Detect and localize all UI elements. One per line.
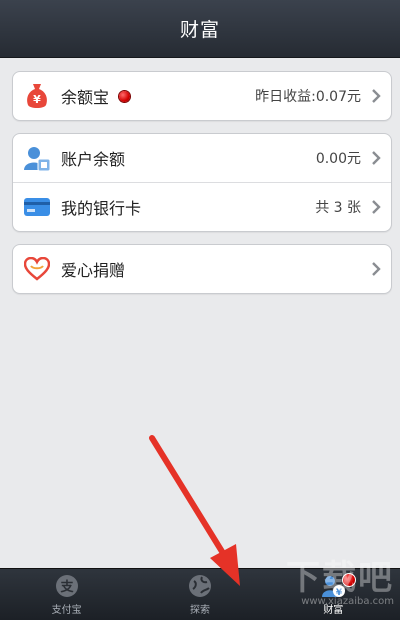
account-balance-value: 0.00元 — [315, 151, 361, 167]
chevron-right-icon — [372, 151, 381, 165]
bank-card-count: 共 3 张 — [315, 200, 361, 216]
tab-explore[interactable]: 探索 — [133, 569, 266, 620]
account-card: 账户余额 0.00元 我的银行卡 共 3 张 — [12, 133, 392, 232]
heart-icon — [23, 255, 51, 283]
chevron-right-icon — [372, 89, 381, 103]
svg-text:支: 支 — [59, 579, 74, 595]
bank-card-label: 我的银行卡 — [61, 199, 142, 218]
annotation-arrow — [149, 435, 240, 586]
chevron-right-icon — [372, 262, 381, 276]
tab-explore-label: 探索 — [189, 605, 210, 616]
bottom-tab-bar: 支 支付宝 探索 ¥ 财富 — [0, 568, 400, 620]
globe-icon — [188, 575, 211, 597]
tab-wealth[interactable]: ¥ 财富 — [267, 569, 400, 620]
donation-label: 爱心捐赠 — [61, 261, 126, 280]
chevron-right-icon — [372, 200, 381, 214]
donation-card: 爱心捐赠 — [12, 244, 392, 294]
account-icon — [23, 144, 51, 172]
yuebao-label: 余额宝 — [61, 88, 110, 107]
alipay-icon: 支 — [55, 575, 78, 597]
svg-text:¥: ¥ — [33, 93, 41, 106]
page-title: 财富 — [179, 19, 220, 41]
top-bar: 财富 — [0, 0, 400, 58]
tab-wealth-label: 财富 — [323, 605, 344, 616]
donation-row[interactable]: 爱心捐赠 — [13, 245, 391, 293]
yuebao-card: ¥ 余额宝 昨日收益:0.07元 — [12, 71, 392, 121]
yuebao-row[interactable]: ¥ 余额宝 昨日收益:0.07元 — [13, 72, 391, 120]
account-balance-label: 账户余额 — [61, 150, 126, 169]
tab-alipay[interactable]: 支 支付宝 — [0, 569, 133, 620]
notification-badge — [342, 573, 357, 587]
svg-text:¥: ¥ — [336, 588, 343, 598]
bank-card-icon — [23, 193, 51, 221]
bank-card-row[interactable]: 我的银行卡 共 3 张 — [13, 182, 391, 231]
account-balance-row[interactable]: 账户余额 0.00元 — [13, 134, 391, 182]
yuebao-earnings: 昨日收益:0.07元 — [255, 89, 361, 105]
notification-dot — [119, 90, 131, 102]
tab-alipay-label: 支付宝 — [51, 605, 82, 616]
money-bag-icon: ¥ — [23, 82, 51, 110]
